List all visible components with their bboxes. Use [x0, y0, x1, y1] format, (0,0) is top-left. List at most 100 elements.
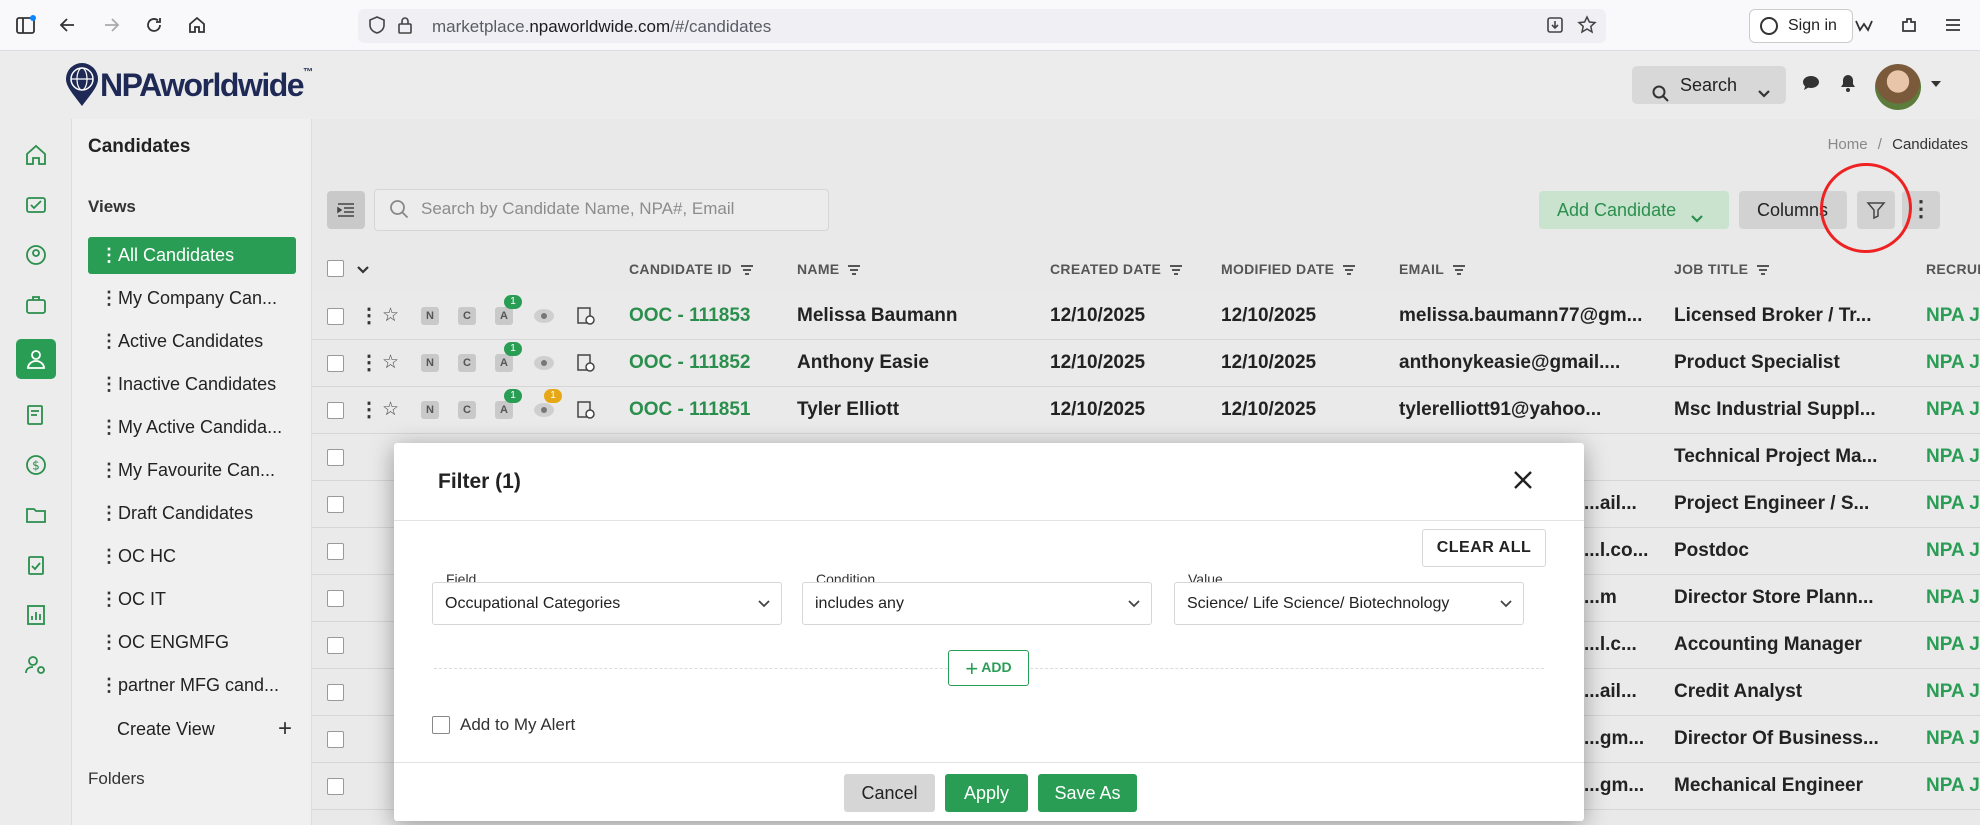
resume-preview-icon[interactable]	[576, 306, 596, 326]
forward-icon[interactable]	[100, 14, 122, 36]
view-oc-it[interactable]: ⋮ OC IT	[88, 581, 296, 618]
extensions-icon[interactable]	[1898, 14, 1920, 36]
row-checkbox[interactable]	[327, 308, 344, 325]
row-checkbox[interactable]	[327, 402, 344, 419]
a-badge[interactable]: A	[495, 307, 513, 325]
condition-select[interactable]: includes any	[802, 582, 1152, 625]
recruiter[interactable]: NPA Jo	[1926, 575, 1980, 621]
recruiter[interactable]: NPA Jo	[1926, 528, 1980, 574]
row-checkbox[interactable]	[327, 778, 344, 795]
candidate-id[interactable]: OOC - 111851	[629, 387, 750, 433]
row-actions-kebab-icon[interactable]: ⋮	[359, 293, 379, 339]
column-filter-icon[interactable]	[847, 264, 861, 276]
create-view-plus-icon[interactable]: +	[278, 715, 292, 743]
folders-nav-icon[interactable]	[16, 495, 56, 535]
column-header-name[interactable]: NAME	[797, 249, 861, 289]
view-my-active-candidates[interactable]: ⋮ My Active Candida...	[88, 409, 296, 446]
n-badge[interactable]: N	[421, 354, 439, 372]
view-partner-mfg-candidates[interactable]: ⋮ partner MFG cand...	[88, 667, 296, 704]
menu-icon[interactable]	[1942, 14, 1964, 36]
back-icon[interactable]	[57, 14, 79, 36]
eye-icon[interactable]	[534, 356, 554, 370]
column-header-created-date[interactable]: CREATED DATE	[1050, 249, 1183, 289]
add-candidate-button[interactable]: Add Candidate	[1539, 191, 1729, 229]
view-active-candidates[interactable]: ⋮ Active Candidates	[88, 323, 296, 360]
user-settings-icon[interactable]	[16, 645, 56, 685]
add-to-alert-checkbox[interactable]	[432, 716, 450, 734]
breadcrumb-home[interactable]: Home	[1828, 136, 1868, 153]
global-search-button[interactable]: Search	[1632, 66, 1786, 104]
column-filter-icon[interactable]	[740, 264, 754, 276]
table-row[interactable]: ⋮ ☆ N C A 1 OOC - 111852 Anthony Easie 1…	[312, 340, 1980, 387]
close-icon[interactable]	[1508, 465, 1538, 495]
recruiter[interactable]: NPA Jo	[1926, 669, 1980, 715]
view-my-favourite-candidates[interactable]: ⋮ My Favourite Can...	[88, 452, 296, 489]
select-options-chevron-icon[interactable]	[356, 249, 370, 289]
save-as-button[interactable]: Save As	[1038, 774, 1137, 812]
recruiter[interactable]: NPA Jo	[1926, 340, 1980, 386]
app-logo[interactable]: NPAworldwide™	[100, 67, 313, 104]
row-checkbox[interactable]	[327, 637, 344, 654]
view-oc-hc[interactable]: ⋮ OC HC	[88, 538, 296, 575]
user-avatar[interactable]	[1875, 64, 1921, 110]
billing-dollar-icon[interactable]: $	[16, 445, 56, 485]
column-header-modified-date[interactable]: MODIFIED DATE	[1221, 249, 1356, 289]
row-checkbox[interactable]	[327, 731, 344, 748]
tasks-clipboard-icon[interactable]	[16, 545, 56, 585]
apply-button[interactable]: Apply	[945, 774, 1028, 812]
candidates-nav-icon[interactable]	[16, 339, 56, 379]
candidate-search-box[interactable]	[374, 189, 829, 231]
row-checkbox[interactable]	[327, 684, 344, 701]
add-condition-button[interactable]: + ADD	[948, 650, 1029, 686]
candidate-id[interactable]: OOC - 111853	[629, 293, 750, 339]
row-checkbox[interactable]	[327, 355, 344, 372]
reports-chart-icon[interactable]	[16, 595, 56, 635]
view-all-candidates[interactable]: ⋮ All Candidates	[88, 237, 296, 274]
cancel-button[interactable]: Cancel	[844, 774, 935, 812]
home-icon[interactable]	[186, 14, 208, 36]
resume-preview-icon[interactable]	[576, 353, 596, 373]
add-to-alert-label[interactable]: Add to My Alert	[460, 715, 575, 735]
row-actions-kebab-icon[interactable]: ⋮	[359, 387, 379, 433]
recruiter[interactable]: NPA Jo	[1926, 293, 1980, 339]
column-filter-icon[interactable]	[1342, 264, 1356, 276]
view-draft-candidates[interactable]: ⋮ Draft Candidates	[88, 495, 296, 532]
column-filter-icon[interactable]	[1756, 264, 1770, 276]
a-badge[interactable]: A	[495, 401, 513, 419]
eye-icon[interactable]	[534, 309, 554, 323]
c-badge[interactable]: C	[458, 354, 476, 372]
download-page-icon[interactable]	[1544, 15, 1566, 37]
address-bar[interactable]: marketplace.npaworldwide.com/#/candidate…	[358, 9, 1606, 43]
row-checkbox[interactable]	[327, 543, 344, 560]
candidate-search-input[interactable]	[421, 199, 811, 219]
recruiter[interactable]: NPA Jo	[1926, 622, 1980, 668]
row-checkbox[interactable]	[327, 449, 344, 466]
candidate-name[interactable]: Anthony Easie	[797, 340, 929, 386]
favourite-star-icon[interactable]: ☆	[382, 340, 399, 386]
chat-icon[interactable]	[1799, 73, 1823, 97]
column-header-email[interactable]: EMAIL	[1399, 249, 1466, 289]
recruiter[interactable]: NPA Jo	[1926, 481, 1980, 527]
select-all-checkbox[interactable]	[327, 260, 344, 277]
extension-leaf-icon[interactable]	[1853, 14, 1875, 36]
column-header-recruiter[interactable]: RECRUIT	[1926, 249, 1980, 289]
create-view-link[interactable]: Create View	[117, 719, 215, 740]
field-select[interactable]: Occupational Categories	[432, 582, 782, 625]
toggle-sidebar-button[interactable]	[327, 191, 365, 229]
handshake-nav-icon[interactable]	[16, 185, 56, 225]
sign-in-button[interactable]: Sign in	[1749, 9, 1853, 43]
n-badge[interactable]: N	[421, 307, 439, 325]
view-my-company-candidates[interactable]: ⋮ My Company Can...	[88, 280, 296, 317]
column-filter-icon[interactable]	[1452, 264, 1466, 276]
resume-preview-icon[interactable]	[576, 400, 596, 420]
recruiter[interactable]: NPA Jo	[1926, 387, 1980, 433]
value-select[interactable]: Science/ Life Science/ Biotechnology	[1174, 582, 1524, 625]
c-badge[interactable]: C	[458, 307, 476, 325]
column-filter-icon[interactable]	[1169, 264, 1183, 276]
recruiter[interactable]: NPA Jo	[1926, 716, 1980, 762]
recruiter[interactable]: NPA Jo	[1926, 434, 1980, 480]
caret-down-icon[interactable]	[1924, 73, 1948, 97]
contacts-nav-icon[interactable]	[16, 235, 56, 275]
favourite-star-icon[interactable]: ☆	[382, 293, 399, 339]
row-actions-kebab-icon[interactable]: ⋮	[359, 340, 379, 386]
